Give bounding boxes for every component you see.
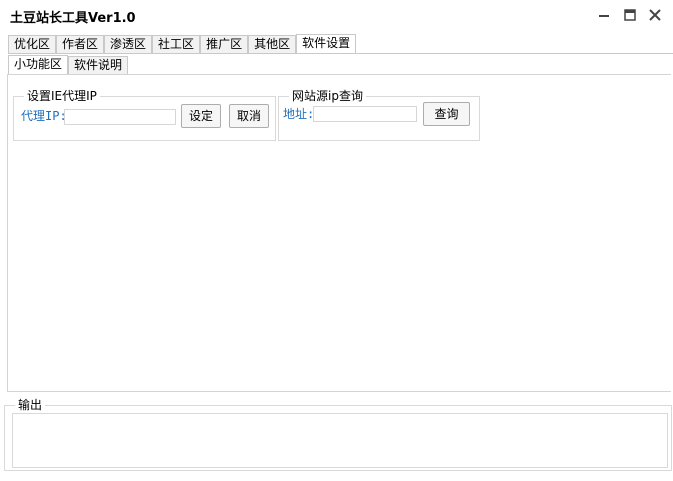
tab-optimize[interactable]: 优化区 <box>8 35 57 53</box>
tab-software-info[interactable]: 软件说明 <box>68 56 129 74</box>
main-tab-strip: 优化区 作者区 渗透区 社工区 推广区 其他区 软件设置 <box>8 34 357 53</box>
maximize-button[interactable] <box>621 6 639 24</box>
minimize-icon <box>599 15 609 17</box>
cancel-proxy-button[interactable]: 取消 <box>229 104 269 128</box>
sub-tab-strip: 小功能区 软件说明 <box>8 55 129 74</box>
proxy-ip-input[interactable] <box>64 109 176 125</box>
ie-proxy-legend: 设置IE代理IP <box>24 88 100 104</box>
proxy-ip-label: 代理IP: <box>21 109 67 123</box>
output-legend: 输出 <box>15 397 46 413</box>
tab-settings[interactable]: 软件设置 <box>296 34 357 53</box>
close-button[interactable] <box>646 6 664 24</box>
tab-pentest[interactable]: 渗透区 <box>104 35 153 53</box>
query-button[interactable]: 查询 <box>423 102 470 126</box>
tab-social[interactable]: 社工区 <box>152 35 201 53</box>
tab-other[interactable]: 其他区 <box>248 35 297 53</box>
site-source-ip-legend: 网站源ip查询 <box>289 88 366 104</box>
tab-author[interactable]: 作者区 <box>56 35 105 53</box>
minimize-button[interactable] <box>595 6 613 24</box>
address-input[interactable] <box>313 106 417 122</box>
address-label: 地址: <box>283 107 315 121</box>
tab-panel-border <box>8 53 673 54</box>
maximize-icon <box>624 9 636 21</box>
tab-promotion[interactable]: 推广区 <box>200 35 249 53</box>
close-icon <box>649 9 661 21</box>
output-textarea[interactable] <box>12 413 668 468</box>
set-proxy-button[interactable]: 设定 <box>181 104 221 128</box>
window-title: 土豆站长工具Ver1.0 <box>10 11 136 26</box>
tab-small-functions[interactable]: 小功能区 <box>8 55 69 74</box>
